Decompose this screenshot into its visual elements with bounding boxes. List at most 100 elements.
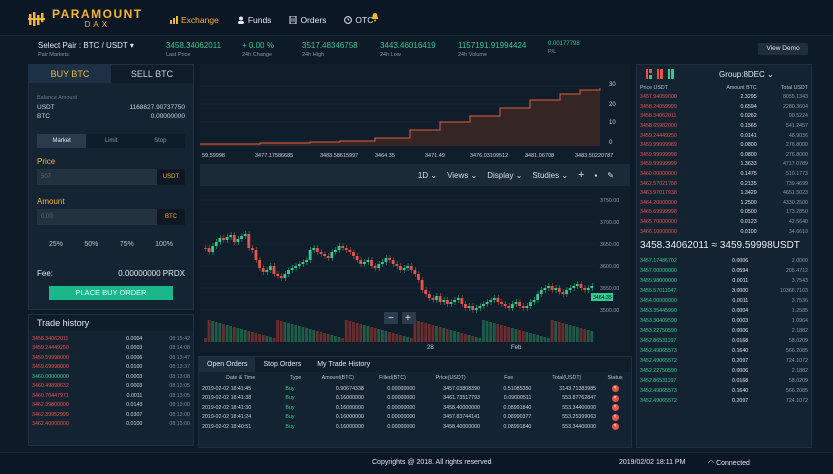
bid-row[interactable]: 3452.86531197 0.0168 58.0209 bbox=[637, 376, 811, 386]
bid-cell: 2.1882 bbox=[791, 368, 808, 375]
pencil-icon[interactable]: ✎ bbox=[607, 171, 614, 180]
cancel-order-icon[interactable]: × bbox=[599, 384, 631, 394]
candle-body bbox=[413, 270, 417, 274]
ask-cell: 3459.24449250 bbox=[640, 132, 677, 139]
volume-bar bbox=[240, 329, 243, 342]
stat-24h-volume: 1157191.91994424 24h Volume bbox=[458, 41, 526, 58]
volume-bar bbox=[503, 326, 507, 342]
ask-row[interactable]: 3459.99999998 0.0800 276.8000 bbox=[637, 150, 811, 160]
bid-row[interactable]: 3452.22750590 0.0006 2.1882 bbox=[637, 366, 811, 376]
order-type-stop[interactable]: Stop bbox=[135, 134, 185, 148]
volume-bar bbox=[445, 329, 449, 342]
ask-row[interactable]: 3457.94059000 2.3295 8055.1343 bbox=[637, 93, 811, 103]
ask-row[interactable]: 3465.69999998 0.0500 173.2850 bbox=[637, 208, 811, 218]
bid-row[interactable]: 3453.30409590 0.0003 1.0964 bbox=[637, 316, 811, 326]
bid-row[interactable]: 3454.00000000 0.0011 3.7536 bbox=[637, 296, 811, 306]
ask-row[interactable]: 3462.57021788 0.2135 739.4699 bbox=[637, 179, 811, 189]
logo[interactable]: PARAMOUNT DAX bbox=[28, 8, 143, 29]
candle-body bbox=[272, 266, 276, 274]
footer-datetime: 2019/02/02 18:11 PM bbox=[619, 459, 686, 466]
order-cell: 0.16000000 bbox=[335, 404, 364, 411]
bid-row[interactable]: 3452.49065572 0.2097 724.1072 bbox=[637, 396, 811, 406]
crosshair-icon[interactable]: + bbox=[578, 169, 584, 181]
nav-orders[interactable]: Orders bbox=[289, 15, 326, 25]
bid-row[interactable]: 3453.22750590 0.0006 2.1882 bbox=[637, 326, 811, 336]
ask-row[interactable]: 3458.65982000 0.1565 541.2457 bbox=[637, 121, 811, 131]
nav-exchange[interactable]: Exchange bbox=[170, 15, 219, 25]
order-type-limit[interactable]: Limit bbox=[86, 134, 136, 148]
book-all-icon[interactable] bbox=[645, 68, 675, 80]
cancel-order-icon[interactable]: × bbox=[599, 403, 631, 413]
studies-dropdown[interactable]: Studies ⌄ bbox=[532, 171, 568, 180]
bid-row[interactable]: 3457.17486702 0.0006 2.0000 bbox=[637, 256, 811, 266]
price-input[interactable]: 507 USDT bbox=[37, 169, 185, 185]
ask-row[interactable]: 3459.99999989 0.0800 276.8000 bbox=[637, 140, 811, 150]
candle-body bbox=[341, 246, 345, 248]
views-dropdown[interactable]: Views ⌄ bbox=[447, 171, 477, 180]
view-demo-button[interactable]: View Demo bbox=[758, 43, 808, 55]
display-dropdown[interactable]: Display ⌄ bbox=[487, 171, 522, 180]
volume-bar bbox=[225, 325, 229, 342]
trade-price: 3460.00000000 bbox=[32, 373, 69, 380]
ask-row[interactable]: 3464.20000000 1.2500 4330.2500 bbox=[637, 198, 811, 208]
pct-75-button[interactable]: 75% bbox=[120, 241, 134, 248]
ask-row[interactable]: 3458.34062011 0.0262 90.5224 bbox=[637, 112, 811, 122]
bid-row[interactable]: 3452.49065573 0.1640 566.2085 bbox=[637, 346, 811, 356]
pct-25-button[interactable]: 25% bbox=[49, 241, 63, 248]
last-price-tag-label: 3464.35 bbox=[593, 295, 612, 301]
ask-cell: 3459.99999999 bbox=[640, 161, 677, 168]
stat-label: 24h Change bbox=[242, 52, 272, 58]
tab-stop-orders[interactable]: Stop Orders bbox=[255, 357, 309, 372]
volume-bar bbox=[283, 322, 287, 342]
depth-x-tick: 3477.17586685 bbox=[255, 153, 293, 159]
bid-row[interactable]: 3455.57011047 3.0000 10366.7103 bbox=[637, 286, 811, 296]
pct-100-button[interactable]: 100% bbox=[155, 241, 173, 248]
group-dropdown[interactable]: Group:8DEC ⌄ bbox=[719, 70, 774, 79]
cancel-order-icon[interactable]: × bbox=[599, 413, 631, 423]
tab-my-trade-history[interactable]: My Trade History bbox=[309, 357, 378, 372]
candle-body bbox=[590, 286, 594, 288]
trade-price: 3460.49890632 bbox=[32, 383, 69, 390]
tab-open-orders[interactable]: Open Orders bbox=[199, 357, 256, 372]
bid-cell: 724.1072 bbox=[785, 398, 808, 405]
ask-cell: 0.0262 bbox=[740, 113, 757, 120]
trade-price: 3462.39952999 bbox=[32, 411, 69, 418]
depth-x-tick: 3483.58615997 bbox=[320, 153, 358, 159]
ask-row[interactable]: 3459.99999999 1.3633 4717.0789 bbox=[637, 160, 811, 170]
stat-label: Last Price bbox=[166, 52, 191, 58]
nav-funds[interactable]: Funds bbox=[237, 15, 271, 25]
bid-row[interactable]: 3453.35445990 0.0004 1.2585 bbox=[637, 306, 811, 316]
bid-row[interactable]: 3452.49065572 0.2097 724.1072 bbox=[637, 356, 811, 366]
place-buy-order-button[interactable]: PLACE BUY ORDER bbox=[49, 286, 173, 300]
ask-row[interactable]: 3465.70000000 0.0123 42.5640 bbox=[637, 217, 811, 227]
bid-cell: 2.0000 bbox=[791, 258, 808, 265]
ask-row[interactable]: 3466.10000000 0.0100 34.6610 bbox=[637, 227, 811, 237]
order-cell: 0.16000000 bbox=[335, 414, 364, 421]
tab-sell[interactable]: SELL BTC bbox=[111, 65, 193, 83]
pair-selector[interactable]: Select Pair : BTC / USDT ▾ Pair Markets bbox=[38, 41, 134, 58]
ask-row[interactable]: 3458.24059999 0.6594 2280.3604 bbox=[637, 102, 811, 112]
bid-row[interactable]: 3452.86531197 0.0168 58.0209 bbox=[637, 336, 811, 346]
bid-row[interactable]: 3455.98000000 0.0011 3.7543 bbox=[637, 276, 811, 286]
cancel-order-icon[interactable]: × bbox=[599, 422, 631, 432]
ask-cell: 1.2500 bbox=[740, 199, 757, 206]
ask-row[interactable]: 3463.97017938 1.3429 4651.5023 bbox=[637, 188, 811, 198]
bid-row[interactable]: 3457.00000000 0.0594 205.4712 bbox=[637, 266, 811, 276]
pct-50-button[interactable]: 50% bbox=[84, 241, 98, 248]
tab-buy[interactable]: BUY BTC bbox=[29, 65, 111, 83]
ask-cell: 1.3429 bbox=[740, 190, 757, 197]
comment-icon[interactable]: ▪ bbox=[594, 171, 597, 180]
column-header: Amount BTC bbox=[726, 84, 757, 91]
order-type-market[interactable]: Market bbox=[37, 134, 87, 148]
volume-bar bbox=[247, 331, 251, 342]
bell-icon[interactable] bbox=[370, 12, 380, 22]
interval-dropdown[interactable]: 1D ⌄ bbox=[418, 171, 437, 180]
nav-orders-label: Orders bbox=[300, 15, 327, 25]
bid-row[interactable]: 3452.49065573 0.1640 566.2085 bbox=[637, 386, 811, 396]
ask-row[interactable]: 3460.00000000 0.1475 510.1773 bbox=[637, 169, 811, 179]
amount-input[interactable]: 0.00 BTC bbox=[37, 209, 185, 225]
ask-row[interactable]: 3459.24449250 0.0141 48.9036 bbox=[637, 131, 811, 141]
order-cell: 0.16000000 bbox=[335, 423, 364, 430]
volume-bar bbox=[250, 332, 254, 342]
cancel-order-icon[interactable]: × bbox=[599, 394, 631, 404]
